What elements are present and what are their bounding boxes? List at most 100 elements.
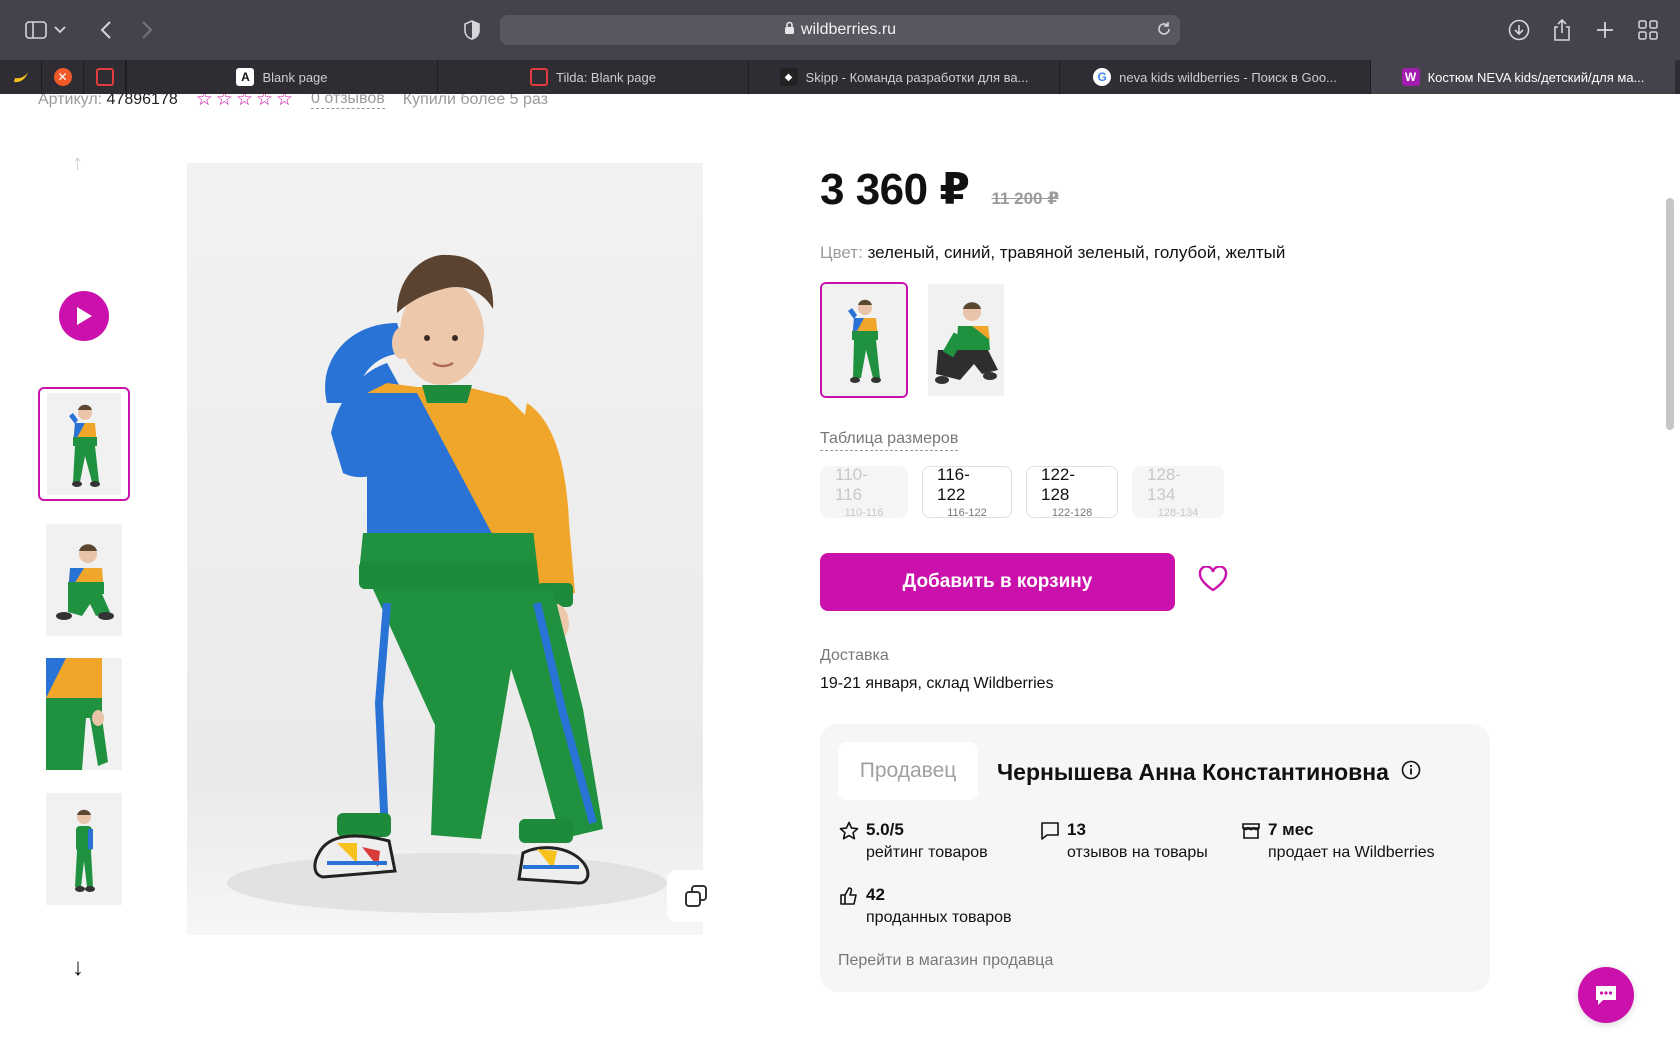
share-icon[interactable]: [1546, 14, 1578, 46]
sidebar-toggle-icon[interactable]: [20, 14, 52, 46]
download-icon[interactable]: [1503, 14, 1535, 46]
lock-icon: [784, 21, 795, 40]
banana-icon: [12, 68, 30, 86]
tab-blank-page[interactable]: A Blank page: [126, 60, 437, 94]
color-value: зеленый, синий, травяной зеленый, голубо…: [867, 243, 1286, 262]
seller-name-text: Чернышева Анна Константиновна: [997, 759, 1389, 785]
article-label: Артикул:: [38, 94, 103, 108]
size-table-link[interactable]: Таблица размеров: [820, 430, 959, 451]
shield-icon[interactable]: [456, 14, 488, 46]
seller-stat-reviews: 13 отзывов на товары: [1039, 820, 1208, 862]
size-sub: 110-116: [844, 507, 884, 519]
stat-value: 7 мес: [1268, 820, 1314, 839]
tab-skipp[interactable]: ◆ Skipp - Команда разработки для ва...: [748, 60, 1059, 94]
color-line: Цвет: зеленый, синий, травяной зеленый, …: [820, 243, 1285, 263]
tab-bar: ✕ A Blank page Tilda: Blank page ◆ Skipp…: [0, 60, 1680, 94]
thumbnail-4[interactable]: [46, 793, 122, 905]
star-outline-icon: ☆: [235, 94, 253, 110]
seller-name[interactable]: Чернышева Анна Константиновна: [997, 759, 1421, 786]
tab-google[interactable]: G neva kids wildberries - Поиск в Goo...: [1059, 60, 1370, 94]
bought-count: Купили более 5 раз: [402, 94, 548, 108]
pinned-tab-banana[interactable]: [0, 60, 42, 94]
article-number: 47896178: [106, 94, 178, 108]
star-outline-icon: ☆: [195, 94, 213, 110]
stat-label: отзывов на товары: [1067, 844, 1208, 861]
thumbnail-2[interactable]: [46, 524, 122, 636]
add-to-cart-button[interactable]: Добавить в корзину: [820, 553, 1175, 611]
forward-icon[interactable]: [131, 14, 163, 46]
size-option[interactable]: 122-128 122-128: [1026, 465, 1118, 519]
color-label: Цвет:: [820, 243, 863, 262]
info-icon[interactable]: [1401, 759, 1421, 786]
play-icon: [77, 307, 92, 325]
tab-title: Skipp - Команда разработки для ва...: [805, 69, 1029, 85]
old-price: 11 200 ₽: [991, 189, 1060, 208]
stat-label: проданных товаров: [866, 909, 1012, 926]
article: Артикул: 47896178: [38, 94, 178, 109]
square-icon: [95, 68, 114, 86]
chat-button[interactable]: [1578, 967, 1634, 1023]
browser-toolbar: wildberries.ru: [0, 0, 1680, 60]
product-meta: Артикул: 47896178 ☆ ☆ ☆ ☆ ☆ 0 отзывов Ку…: [38, 94, 548, 111]
color-variant-1[interactable]: [820, 282, 908, 398]
size-label: 128-134: [1147, 465, 1182, 504]
main-product-image[interactable]: [187, 163, 703, 935]
skipp-icon: ◆: [779, 68, 798, 86]
back-icon[interactable]: [90, 14, 122, 46]
size-option[interactable]: 116-122 116-122: [922, 465, 1012, 519]
chevron-down-icon[interactable]: [50, 14, 70, 46]
chat-bubble-icon: [1596, 986, 1616, 1005]
seller-store-link[interactable]: Перейти в магазин продавца: [838, 952, 1053, 970]
seller-tag: Продавец: [838, 742, 978, 800]
delivery-value: 19-21 января, склад Wildberries: [820, 675, 1054, 692]
wb-icon: W: [1401, 68, 1420, 86]
pinned-tab-square[interactable]: [84, 60, 126, 94]
stat-value: 42: [866, 885, 885, 904]
variant-front-image: [822, 284, 906, 396]
thumbnail-1[interactable]: [38, 387, 130, 501]
seller-stat-rating: 5.0/5 рейтинг товаров: [838, 820, 988, 862]
size-sub: 116-122: [947, 507, 987, 519]
scrollbar-thumb[interactable]: [1666, 198, 1674, 430]
seller-stat-tenure: 7 мес продает на Wildberries: [1240, 820, 1435, 862]
tab-overview-icon[interactable]: [1632, 14, 1664, 46]
kid-side-thumbnail: [46, 793, 122, 905]
current-price: 3 360 ₽: [820, 165, 970, 214]
reload-icon[interactable]: [1156, 21, 1172, 42]
tab-wildberries[interactable]: W Костюм NEVA kids/детский/для ма...: [1370, 60, 1675, 94]
tab-tilda[interactable]: Tilda: Blank page: [437, 60, 748, 94]
play-video-button[interactable]: [59, 291, 109, 341]
stat-label: рейтинг товаров: [866, 844, 988, 861]
pinned-tab-close[interactable]: ✕: [42, 60, 84, 94]
rating-stars: ☆ ☆ ☆ ☆ ☆: [196, 94, 293, 111]
star-icon: [838, 820, 860, 842]
thumbnail-3[interactable]: [46, 658, 122, 770]
tab-title: Blank page: [262, 69, 328, 85]
kid-front-thumbnail: [47, 393, 121, 495]
size-sub: 122-128: [1051, 507, 1093, 519]
tab-title: Tilda: Blank page: [556, 69, 656, 85]
size-label: 122-128: [1041, 465, 1076, 504]
stat-label: продает на Wildberries: [1268, 844, 1435, 861]
favorite-heart-icon[interactable]: [1198, 565, 1228, 597]
google-icon: G: [1093, 68, 1112, 86]
color-variant-2[interactable]: [928, 284, 1004, 396]
reviews-link[interactable]: 0 отзывов: [310, 94, 385, 109]
arrow-up-icon[interactable]: ↑: [72, 150, 83, 176]
kid-in-tracksuit-photo: [227, 254, 667, 913]
new-tab-icon[interactable]: [1589, 14, 1621, 46]
size-option[interactable]: 110-116 110-116: [820, 465, 908, 519]
star-outline-icon: ☆: [275, 94, 293, 110]
seller-stat-sold: 42 проданных товаров: [838, 885, 1012, 927]
copy-icon: [685, 885, 707, 907]
size-option[interactable]: 128-134 128-134: [1132, 465, 1224, 519]
arrow-down-icon[interactable]: ↓: [72, 954, 84, 982]
stat-value: 5.0/5: [866, 820, 904, 839]
a-icon: A: [236, 68, 255, 86]
delivery-label: Доставка: [820, 647, 889, 664]
star-outline-icon: ☆: [215, 94, 233, 110]
comment-icon: [1039, 820, 1061, 842]
close-circle-icon: ✕: [53, 68, 72, 86]
address-bar[interactable]: wildberries.ru: [500, 15, 1180, 45]
copy-image-button[interactable]: [667, 870, 725, 922]
